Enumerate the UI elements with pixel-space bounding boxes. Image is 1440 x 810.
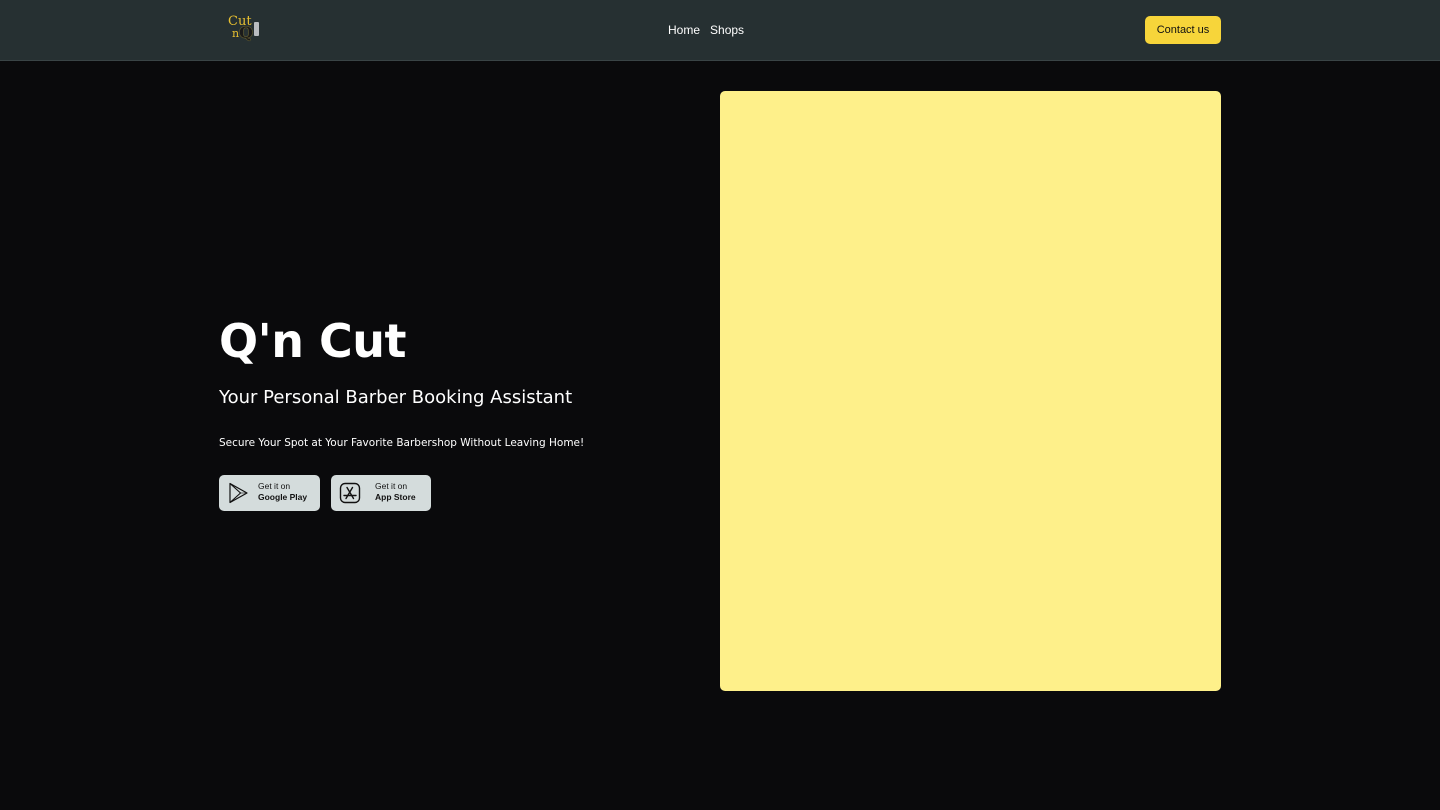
app-store-small-label: Get it on — [375, 481, 408, 491]
app-store-button[interactable]: Get it on App Store — [331, 475, 431, 511]
logo-text-q: Q — [239, 23, 253, 42]
nav-link-home[interactable]: Home — [668, 22, 700, 38]
clipper-icon — [254, 22, 259, 36]
nav-link-shops[interactable]: Shops — [710, 22, 744, 38]
top-navbar: Cut n Q Home Shops Contact us — [0, 0, 1440, 61]
google-play-button[interactable]: Get it on Google Play — [219, 475, 320, 511]
app-store-label: App Store — [375, 492, 416, 502]
app-store-icon — [339, 482, 361, 504]
google-play-label: Google Play — [258, 492, 308, 502]
hero-image-panel — [720, 91, 1221, 691]
contact-us-button[interactable]: Contact us — [1145, 16, 1221, 44]
google-play-small-label: Get it on — [258, 481, 291, 491]
hero-title: Q'n Cut — [219, 314, 406, 368]
hero-subtitle: Your Personal Barber Booking Assistant — [219, 387, 573, 408]
main-nav: Home Shops — [668, 22, 744, 38]
cut-n-q-logo-icon[interactable]: Cut n Q — [226, 13, 262, 45]
hero-description: Secure Your Spot at Your Favorite Barber… — [219, 437, 585, 449]
google-play-icon — [229, 482, 248, 504]
